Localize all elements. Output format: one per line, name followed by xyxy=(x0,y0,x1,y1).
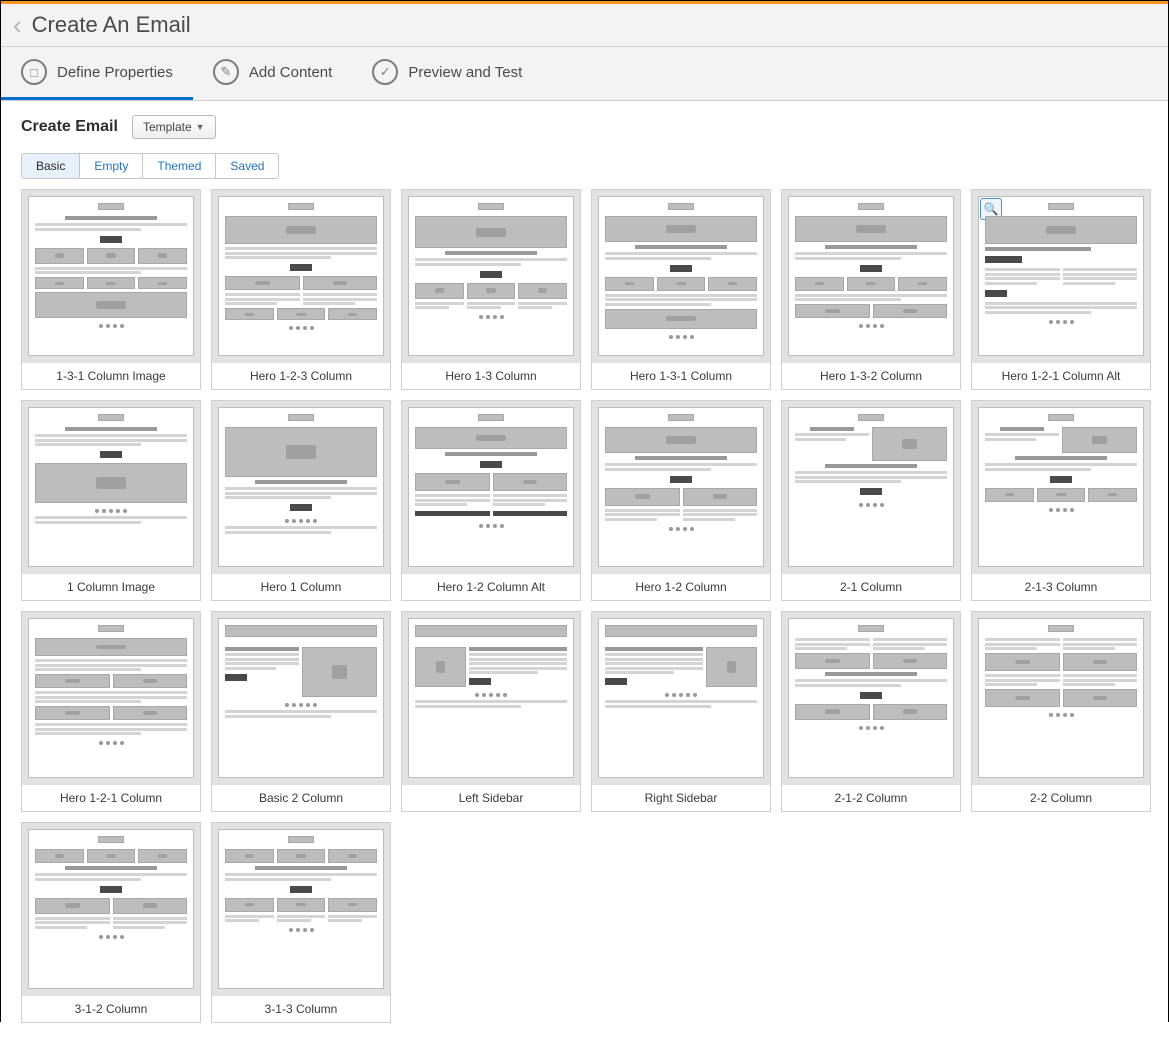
caret-down-icon: ▼ xyxy=(196,122,205,132)
template-thumb xyxy=(782,612,960,784)
template-card[interactable]: Hero 1-3 Column xyxy=(401,189,581,390)
template-thumb xyxy=(212,190,390,362)
template-label: Right Sidebar xyxy=(592,784,770,811)
template-label: Hero 1-2 Column Alt xyxy=(402,573,580,600)
template-card[interactable]: 2-1 Column xyxy=(781,400,961,601)
content-header: Create Email Template ▼ xyxy=(21,115,1148,139)
wizard-step-1[interactable]: ✎ Add Content xyxy=(193,47,352,100)
template-label: 1 Column Image xyxy=(22,573,200,600)
template-label: 1-3-1 Column Image xyxy=(22,362,200,389)
template-label: 2-2 Column xyxy=(972,784,1150,811)
template-card[interactable]: Hero 1-2-3 Column xyxy=(211,189,391,390)
step-label: Add Content xyxy=(249,64,332,81)
template-thumb xyxy=(212,612,390,784)
tab-basic[interactable]: Basic xyxy=(21,153,80,179)
page-header: ‹ Create An Email xyxy=(1,4,1168,47)
template-label: Hero 1-2 Column xyxy=(592,573,770,600)
template-label: Basic 2 Column xyxy=(212,784,390,811)
template-category-tabs: BasicEmptyThemedSaved xyxy=(21,153,1148,179)
template-thumb xyxy=(22,612,200,784)
template-card[interactable]: 2-2 Column xyxy=(971,611,1151,812)
page-title: Create An Email xyxy=(32,12,191,38)
template-card[interactable]: Left Sidebar xyxy=(401,611,581,812)
template-thumb xyxy=(972,190,1150,362)
section-title: Create Email xyxy=(21,118,118,136)
template-card[interactable]: 3-1-2 Column xyxy=(21,822,201,1023)
content-area: Create Email Template ▼ BasicEmptyThemed… xyxy=(1,101,1168,1037)
template-dropdown-label: Template xyxy=(143,120,192,134)
template-label: Hero 1 Column xyxy=(212,573,390,600)
template-thumb xyxy=(22,190,200,362)
template-thumb xyxy=(212,823,390,995)
template-card[interactable]: Hero 1-3-2 Column xyxy=(781,189,961,390)
template-thumb xyxy=(782,401,960,573)
template-thumb xyxy=(592,401,770,573)
template-card[interactable]: 🔍Hero 1-2-1 Column Alt xyxy=(971,189,1151,390)
template-label: Hero 1-3-1 Column xyxy=(592,362,770,389)
template-card[interactable]: Basic 2 Column xyxy=(211,611,391,812)
template-label: Left Sidebar xyxy=(402,784,580,811)
wizard-step-2[interactable]: ✓ Preview and Test xyxy=(352,47,542,100)
template-card[interactable]: Hero 1 Column xyxy=(211,400,391,601)
template-dropdown[interactable]: Template ▼ xyxy=(132,115,216,139)
template-label: Hero 1-3 Column xyxy=(402,362,580,389)
tab-empty[interactable]: Empty xyxy=(80,153,143,179)
template-card[interactable]: 1 Column Image xyxy=(21,400,201,601)
wizard-steps: □ Define Properties ✎ Add Content ✓ Preview a… xyxy=(1,47,1168,101)
template-card[interactable]: 3-1-3 Column xyxy=(211,822,391,1023)
template-thumb xyxy=(972,401,1150,573)
template-thumb xyxy=(592,612,770,784)
template-thumb xyxy=(402,612,580,784)
tab-themed[interactable]: Themed xyxy=(143,153,216,179)
template-thumb xyxy=(402,401,580,573)
template-card[interactable]: Hero 1-2-1 Column xyxy=(21,611,201,812)
template-thumb xyxy=(212,401,390,573)
template-label: 3-1-2 Column xyxy=(22,995,200,1022)
template-label: Hero 1-3-2 Column xyxy=(782,362,960,389)
template-label: 2-1 Column xyxy=(782,573,960,600)
template-label: 3-1-3 Column xyxy=(212,995,390,1022)
step-label: Preview and Test xyxy=(408,64,522,81)
tab-saved[interactable]: Saved xyxy=(216,153,279,179)
wizard-step-0[interactable]: □ Define Properties xyxy=(1,47,193,100)
step-icon: □ xyxy=(21,59,47,85)
template-thumb xyxy=(782,190,960,362)
template-card[interactable]: Hero 1-2 Column Alt xyxy=(401,400,581,601)
template-label: Hero 1-2-1 Column Alt xyxy=(972,362,1150,389)
template-card[interactable]: Hero 1-3-1 Column xyxy=(591,189,771,390)
template-thumb xyxy=(402,190,580,362)
template-label: Hero 1-2-1 Column xyxy=(22,784,200,811)
template-card[interactable]: 2-1-2 Column xyxy=(781,611,961,812)
template-thumb xyxy=(22,823,200,995)
template-card[interactable]: 2-1-3 Column xyxy=(971,400,1151,601)
template-card[interactable]: Hero 1-2 Column xyxy=(591,400,771,601)
template-card[interactable]: Right Sidebar xyxy=(591,611,771,812)
template-thumb xyxy=(972,612,1150,784)
template-grid: 1-3-1 Column Image Hero 1-2-3 Column Hero … xyxy=(21,189,1148,1023)
template-label: 2-1-3 Column xyxy=(972,573,1150,600)
step-icon: ✎ xyxy=(213,59,239,85)
back-chevron-icon[interactable]: ‹ xyxy=(13,12,22,38)
step-icon: ✓ xyxy=(372,59,398,85)
template-thumb xyxy=(22,401,200,573)
template-card[interactable]: 1-3-1 Column Image xyxy=(21,189,201,390)
step-label: Define Properties xyxy=(57,64,173,81)
template-label: 2-1-2 Column xyxy=(782,784,960,811)
template-thumb xyxy=(592,190,770,362)
template-label: Hero 1-2-3 Column xyxy=(212,362,390,389)
